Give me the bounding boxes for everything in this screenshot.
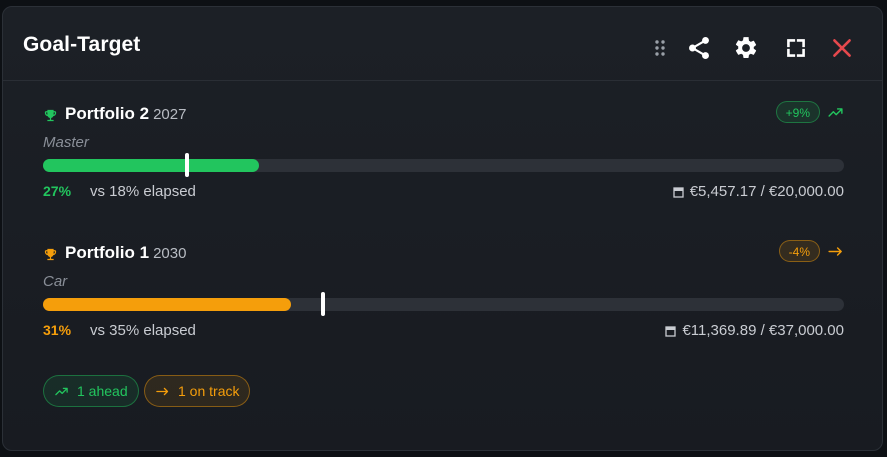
calendar-icon [673, 186, 684, 198]
gear-icon[interactable] [733, 35, 759, 61]
goal-amounts: €5,457.17 / €20,000.00 [673, 183, 844, 200]
goal-name: Portfolio 2 2027 [65, 104, 186, 124]
goal-name-text: Portfolio 2 [65, 104, 150, 123]
goal-title-row: Portfolio 1 2030 -4% [43, 240, 844, 265]
amounts-text: €5,457.17 / €20,000.00 [689, 183, 844, 200]
elapsed-label: vs 18% elapsed [90, 183, 196, 200]
variance-badge: -4% [778, 240, 820, 262]
elapsed-marker [321, 292, 326, 316]
widget-title: Goal-Target [23, 33, 141, 56]
trending-up-icon [828, 108, 843, 117]
amounts-text: €11,369.89 / €37,000.00 [682, 322, 844, 339]
goal-stats: 31% vs 35% elapsed €11,369.89 / €37,000.… [43, 322, 844, 340]
elapsed-label: vs 35% elapsed [90, 322, 196, 339]
progress-percent: 27% [43, 183, 72, 199]
elapsed-marker [185, 153, 190, 177]
progress-fill [43, 298, 292, 311]
trophy-icon [44, 248, 57, 261]
on-track-chip[interactable]: 1 on track [144, 375, 251, 407]
trophy-icon [44, 109, 57, 122]
trending-up-icon [55, 387, 68, 395]
ahead-chip[interactable]: 1 ahead [43, 375, 139, 407]
progress-fill [43, 159, 260, 172]
progress-track [43, 292, 844, 316]
goal-amounts: €11,369.89 / €37,000.00 [665, 322, 844, 339]
drag-handle-icon[interactable] [648, 35, 672, 61]
arrow-right-icon [156, 387, 169, 395]
on-track-chip-label: 1 on track [178, 383, 240, 399]
ahead-chip-label: 1 ahead [77, 383, 128, 399]
goal-year: 2030 [153, 245, 187, 262]
close-icon[interactable] [829, 35, 855, 61]
goal-year: 2027 [153, 106, 187, 123]
goal-stats: 27% vs 18% elapsed €5,457.17 / €20,000.0… [43, 183, 844, 201]
goal-name: Portfolio 1 2030 [65, 243, 186, 263]
arrow-right-icon [828, 247, 842, 256]
share-icon[interactable] [686, 35, 712, 61]
progress-track [43, 153, 844, 177]
goal-category: Master [43, 134, 89, 151]
calendar-icon [665, 325, 677, 337]
goal-title-row: Portfolio 2 2027 +9% [43, 101, 844, 126]
goal-name-text: Portfolio 1 [65, 243, 150, 262]
goal-category: Car [43, 273, 68, 290]
variance-badge: +9% [775, 101, 820, 123]
goal-target-widget: Goal-Target Portfolio 2 2027 +9% Master … [2, 6, 883, 451]
fullscreen-icon[interactable] [783, 35, 809, 61]
progress-percent: 31% [43, 322, 72, 338]
widget-header: Goal-Target [3, 7, 882, 81]
